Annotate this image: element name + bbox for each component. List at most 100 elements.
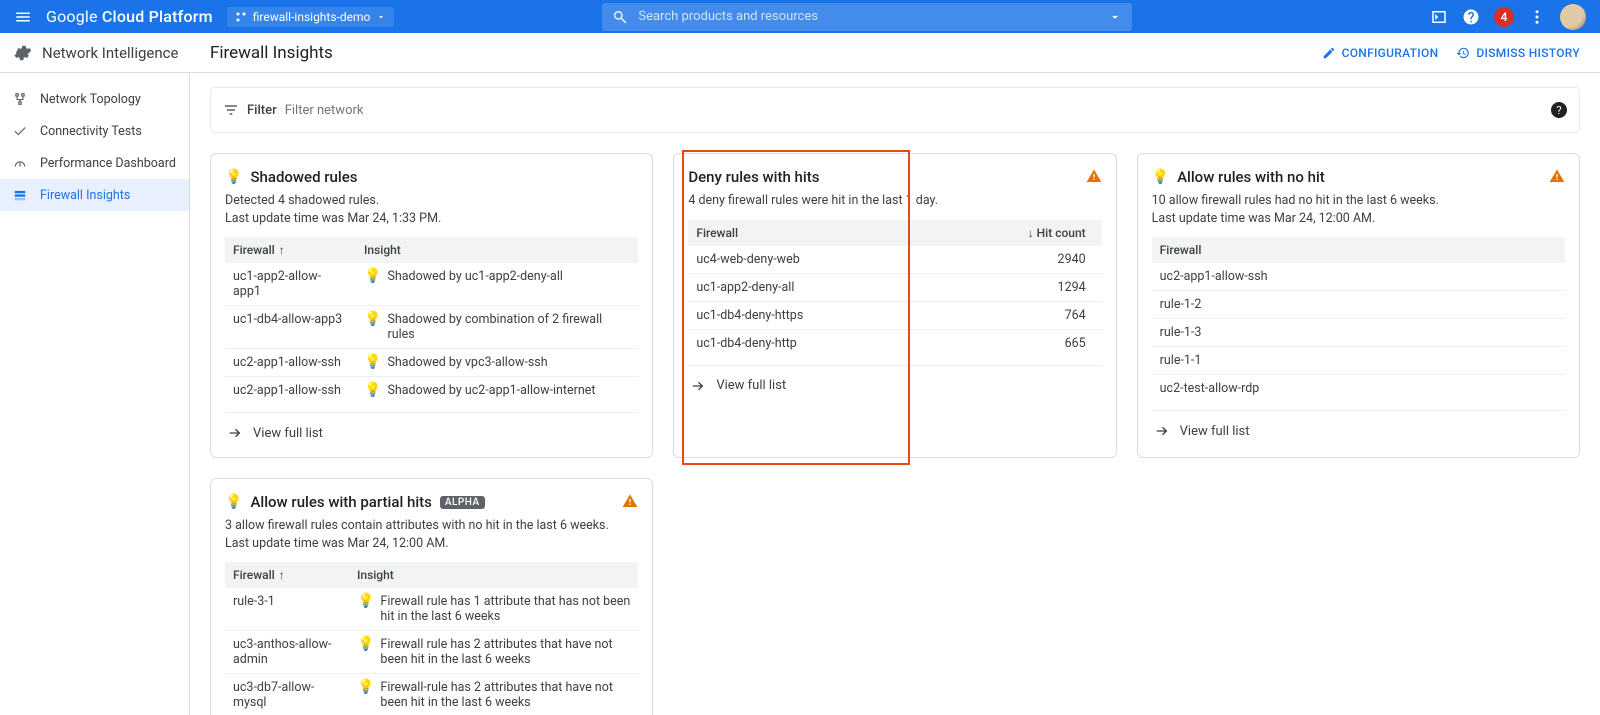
cell-firewall: uc4-web-deny-web xyxy=(688,246,931,274)
hamburger-menu-icon[interactable] xyxy=(14,8,32,26)
lightbulb-icon: 💡 xyxy=(364,269,381,283)
view-full-list[interactable]: View full list xyxy=(225,412,638,451)
card-subtitle: 3 allow firewall rules contain attribute… xyxy=(225,517,638,552)
dismiss-history-label: DISMISS HISTORY xyxy=(1476,46,1580,60)
table-row[interactable]: uc2-app1-allow-ssh 💡Shadowed by uc2-app1… xyxy=(225,377,638,405)
sidebar-item-label: Firewall Insights xyxy=(40,188,130,203)
notifications-badge[interactable]: 4 xyxy=(1494,7,1514,27)
topology-icon xyxy=(12,92,28,106)
table-row[interactable]: uc4-web-deny-web 2940 xyxy=(688,246,1101,274)
filter-bar: Filter ? xyxy=(210,87,1580,133)
table-row[interactable]: uc2-app1-allow-ssh 💡Shadowed by vpc3-all… xyxy=(225,349,638,377)
card-title-text: Shadowed rules xyxy=(250,168,357,186)
warning-icon xyxy=(622,493,638,509)
col-firewall[interactable]: Firewall↑ xyxy=(225,237,356,263)
cell-firewall: uc1-app2-deny-all xyxy=(688,273,931,301)
table-row[interactable]: rule-1-1 xyxy=(1152,347,1565,375)
page-title: Firewall Insights xyxy=(190,43,333,63)
gcp-logo[interactable]: Google Cloud Platform xyxy=(46,7,213,26)
cell-insight: 💡Shadowed by vpc3-allow-ssh xyxy=(356,349,638,377)
card-deny-rules-with-hits: Deny rules with hits 4 deny firewall rul… xyxy=(673,153,1116,458)
logo-b: Cloud Platform xyxy=(102,7,213,26)
sidebar-item-firewall-insights[interactable]: Firewall Insights xyxy=(0,179,189,211)
search-bar[interactable] xyxy=(602,3,1132,31)
view-full-list[interactable]: View full list xyxy=(1152,410,1565,449)
project-selector[interactable]: firewall-insights-demo xyxy=(227,7,395,27)
cell-insight: 💡Firewall-rule has 2 attributes that hav… xyxy=(349,674,638,715)
view-full-label: View full list xyxy=(1180,424,1250,439)
sidebar-item-connectivity-tests[interactable]: Connectivity Tests xyxy=(0,115,189,147)
help-icon[interactable] xyxy=(1462,8,1480,26)
col-firewall[interactable]: Firewall↑ xyxy=(225,562,349,588)
connectivity-icon xyxy=(12,124,28,138)
table-row[interactable]: uc1-app2-allow-app1 💡Shadowed by uc1-app… xyxy=(225,263,638,306)
col-insight[interactable]: Insight xyxy=(356,237,638,263)
table-row[interactable]: uc1-db4-allow-app3 💡Shadowed by combinat… xyxy=(225,306,638,349)
filter-input[interactable] xyxy=(285,103,1543,118)
firewall-icon xyxy=(12,188,28,202)
col-firewall[interactable]: Firewall xyxy=(688,220,931,246)
table-row[interactable]: uc1-db4-deny-http 665 xyxy=(688,329,1101,357)
lightbulb-icon: 💡 xyxy=(364,355,381,369)
shadowed-table: Firewall↑ Insight uc1-app2-allow-app1 💡S… xyxy=(225,237,638,404)
cell-firewall: uc3-db7-allow-mysql xyxy=(225,674,349,715)
arrow-right-icon xyxy=(1154,423,1170,439)
sidebar: Network Topology Connectivity Tests Perf… xyxy=(0,73,190,715)
cell-firewall: uc2-test-allow-rdp xyxy=(1152,375,1565,403)
card-title-text: Allow rules with partial hits xyxy=(250,493,431,511)
card-shadowed-rules: 💡 Shadowed rules Detected 4 shadowed rul… xyxy=(210,153,653,458)
user-avatar[interactable] xyxy=(1560,4,1586,30)
network-intelligence-icon xyxy=(12,43,32,63)
lightbulb-icon: 💡 xyxy=(225,170,242,184)
sidebar-item-performance-dashboard[interactable]: Performance Dashboard xyxy=(0,147,189,179)
subheader: Network Intelligence Firewall Insights C… xyxy=(0,33,1600,73)
lightbulb-icon: 💡 xyxy=(357,680,374,694)
col-firewall[interactable]: Firewall xyxy=(1152,237,1565,263)
cloud-shell-icon[interactable] xyxy=(1430,8,1448,26)
search-input[interactable] xyxy=(638,9,1098,24)
sort-asc-icon: ↑ xyxy=(279,568,285,582)
more-vert-icon[interactable] xyxy=(1528,8,1546,26)
cell-firewall: rule-3-1 xyxy=(225,588,349,631)
sidebar-item-network-topology[interactable]: Network Topology xyxy=(0,83,189,115)
card-allow-rules-no-hit: 💡 Allow rules with no hit 10 allow firew… xyxy=(1137,153,1580,458)
view-full-list[interactable]: View full list xyxy=(688,365,1101,404)
cell-firewall: uc2-app1-allow-ssh xyxy=(225,377,356,405)
table-row[interactable]: uc2-app1-allow-ssh xyxy=(1152,263,1565,291)
cell-firewall: rule-1-3 xyxy=(1152,319,1565,347)
cell-hitcount: 665 xyxy=(932,329,1102,357)
table-row[interactable]: rule-1-2 xyxy=(1152,291,1565,319)
dismiss-history-button[interactable]: DISMISS HISTORY xyxy=(1456,46,1580,60)
lightbulb-icon: 💡 xyxy=(225,495,242,509)
gauge-icon xyxy=(12,156,28,170)
table-row[interactable]: uc2-test-allow-rdp xyxy=(1152,375,1565,403)
sort-asc-icon: ↑ xyxy=(279,243,285,257)
chevron-down-icon[interactable] xyxy=(1108,10,1122,24)
filter-help-icon[interactable]: ? xyxy=(1551,102,1567,118)
cell-firewall: uc1-db4-deny-https xyxy=(688,301,931,329)
project-name: firewall-insights-demo xyxy=(253,10,371,24)
col-insight[interactable]: Insight xyxy=(349,562,638,588)
filter-icon[interactable] xyxy=(223,102,239,118)
cell-insight: 💡Shadowed by uc1-app2-deny-all xyxy=(356,263,638,306)
card-subtitle: Detected 4 shadowed rules. Last update t… xyxy=(225,192,638,227)
col-hitcount[interactable]: ↓ Hit count xyxy=(932,220,1102,246)
table-row[interactable]: uc3-db7-allow-mysql 💡Firewall-rule has 2… xyxy=(225,674,638,715)
pencil-icon xyxy=(1322,46,1336,60)
lightbulb-icon: 💡 xyxy=(357,637,374,651)
configuration-button[interactable]: CONFIGURATION xyxy=(1322,46,1439,60)
allow-nohit-table: Firewall uc2-app1-allow-ssh rule-1-2 rul… xyxy=(1152,237,1565,402)
view-full-label: View full list xyxy=(716,378,786,393)
table-row[interactable]: rule-3-1 💡Firewall rule has 1 attribute … xyxy=(225,588,638,631)
table-row[interactable]: uc1-app2-deny-all 1294 xyxy=(688,273,1101,301)
cell-firewall: uc3-anthos-allow-admin xyxy=(225,631,349,674)
table-row[interactable]: rule-1-3 xyxy=(1152,319,1565,347)
cell-insight: 💡Firewall rule has 1 attribute that has … xyxy=(349,588,638,631)
cell-hitcount: 2940 xyxy=(932,246,1102,274)
content-area: Filter ? 💡 Shadowed rules Detected 4 sha… xyxy=(190,73,1600,715)
table-row[interactable]: uc1-db4-deny-https 764 xyxy=(688,301,1101,329)
cell-insight: 💡Shadowed by combination of 2 firewall r… xyxy=(356,306,638,349)
search-icon xyxy=(612,9,628,25)
table-row[interactable]: uc3-anthos-allow-admin 💡Firewall rule ha… xyxy=(225,631,638,674)
project-icon xyxy=(235,11,247,23)
